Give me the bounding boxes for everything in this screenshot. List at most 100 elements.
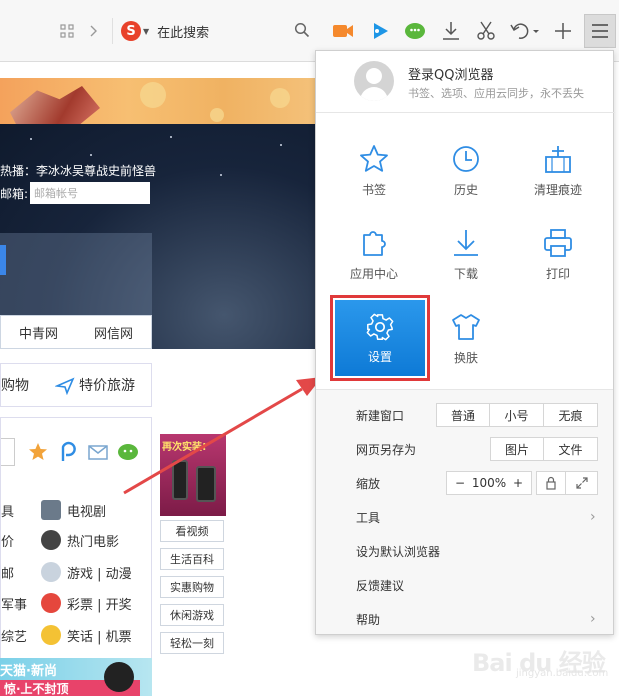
p-logo-icon[interactable] bbox=[57, 441, 79, 463]
menu-item-label: 打印 bbox=[545, 267, 570, 281]
list-item-left[interactable]: 具 bbox=[1, 501, 37, 520]
plus-icon[interactable] bbox=[552, 20, 574, 42]
menu-item-label: 换肤 bbox=[453, 351, 478, 365]
gamepad-icon bbox=[41, 562, 61, 582]
list-item[interactable]: 价 热门电影 bbox=[1, 530, 119, 550]
wechat-icon[interactable] bbox=[117, 441, 139, 463]
menu-icon[interactable] bbox=[584, 14, 616, 48]
hot-headline-link[interactable]: 热播：李冰冰吴尊战史前怪兽 bbox=[0, 162, 156, 179]
menu-item-set-default-browser[interactable]: 设为默认浏览器 bbox=[316, 536, 613, 566]
menu-item-download[interactable]: 下载 bbox=[426, 223, 506, 293]
chevron-right-icon[interactable] bbox=[86, 22, 100, 40]
hero-button-edge[interactable] bbox=[0, 245, 6, 275]
lottery-icon bbox=[41, 593, 61, 613]
mail-icon[interactable] bbox=[87, 441, 109, 463]
download-icon bbox=[454, 230, 478, 256]
watermark-url: jingyan.baidu.com bbox=[516, 668, 609, 679]
menu-item-bookmarks[interactable]: 书签 bbox=[334, 139, 414, 209]
scissors-icon[interactable] bbox=[474, 20, 498, 42]
list-item-right[interactable]: 游戏 | 动漫 bbox=[67, 563, 132, 582]
site-link[interactable]: 网信网 bbox=[94, 323, 133, 342]
search-input[interactable]: 在此搜索 bbox=[157, 22, 294, 41]
help-label: 帮助 bbox=[356, 612, 381, 627]
side-link-button[interactable]: 看视频 bbox=[160, 520, 224, 542]
set-default-browser-label: 设为默认浏览器 bbox=[356, 544, 441, 559]
search-box[interactable]: S ▼ 在此搜索 bbox=[112, 18, 312, 44]
bottom-ad-title: 天猫·新尚 bbox=[0, 664, 57, 679]
menu-item-help[interactable]: 帮助 › bbox=[316, 604, 613, 634]
list-item-right[interactable]: 彩票 | 开奖 bbox=[67, 594, 132, 613]
login-section[interactable]: 登录QQ浏览器 书签、选项、应用云同步，永不丢失 bbox=[316, 51, 615, 113]
list-item-left[interactable]: 军事 bbox=[1, 594, 37, 613]
travel-link[interactable]: 特价旅游 bbox=[55, 375, 135, 395]
menu-item-clear-traces[interactable]: 清理痕迹 bbox=[518, 139, 598, 209]
avatar[interactable] bbox=[354, 61, 394, 101]
side-link-button[interactable]: 休闲游戏 bbox=[160, 604, 224, 626]
apps-input-edge[interactable] bbox=[1, 438, 15, 466]
zoom-in-button[interactable]: + bbox=[513, 476, 523, 490]
video-icon[interactable] bbox=[330, 20, 356, 42]
new-window-small-button[interactable]: 小号 bbox=[490, 403, 544, 427]
menu-item-label: 书签 bbox=[361, 183, 386, 197]
list-item-left[interactable]: 邮 bbox=[1, 563, 37, 582]
menu-item-label: 清理痕迹 bbox=[533, 183, 582, 197]
list-item-right[interactable]: 热门电影 bbox=[67, 531, 119, 550]
list-item-right[interactable]: 电视剧 bbox=[67, 501, 106, 520]
menu-item-feedback[interactable]: 反馈建议 bbox=[316, 570, 613, 600]
search-engine-logo[interactable]: S bbox=[121, 21, 141, 41]
star-icon[interactable] bbox=[27, 441, 49, 463]
settings-tile[interactable]: 设置 bbox=[335, 300, 425, 376]
mail-label: 邮箱: bbox=[0, 186, 29, 201]
list-item-right[interactable]: 笑话 | 机票 bbox=[67, 626, 132, 645]
star-icon bbox=[360, 145, 388, 172]
list-item-left[interactable]: 价 bbox=[1, 531, 37, 550]
side-link-button[interactable]: 轻松一刻 bbox=[160, 632, 224, 654]
play-icon[interactable] bbox=[368, 20, 392, 42]
caret-down-icon[interactable]: ▼ bbox=[143, 27, 149, 36]
grid-icon[interactable] bbox=[58, 22, 76, 40]
fullscreen-button[interactable] bbox=[566, 471, 598, 495]
gear-icon bbox=[366, 313, 394, 340]
list-item[interactable]: 邮 游戏 | 动漫 bbox=[1, 562, 132, 582]
lock-zoom-button[interactable] bbox=[536, 471, 566, 495]
printer-icon bbox=[544, 229, 572, 257]
feedback-label: 反馈建议 bbox=[356, 578, 405, 593]
zoom-label: 缩放 bbox=[356, 476, 381, 491]
tmall-cat-icon bbox=[104, 662, 134, 692]
menu-item-print[interactable]: 打印 bbox=[518, 223, 598, 293]
list-item[interactable]: 军事 彩票 | 开奖 bbox=[1, 593, 132, 613]
puzzle-icon bbox=[363, 231, 386, 256]
menu-item-settings[interactable]: 设置 bbox=[330, 295, 430, 381]
shopping-link[interactable]: 购物 bbox=[1, 375, 29, 395]
login-title[interactable]: 登录QQ浏览器 bbox=[408, 64, 493, 83]
film-reel-icon bbox=[41, 530, 61, 550]
site-link[interactable]: 中青网 bbox=[19, 323, 58, 342]
zoom-out-button[interactable]: − bbox=[455, 476, 465, 490]
menu-options-list: 新建窗口 普通 小号 无痕 网页另存为 图片 文件 缩放 − 100% + 工具… bbox=[316, 389, 613, 634]
list-item[interactable]: 综艺 笑话 | 机票 bbox=[1, 625, 132, 645]
side-link-button[interactable]: 实惠购物 bbox=[160, 576, 224, 598]
list-item-left[interactable]: 综艺 bbox=[1, 626, 37, 645]
undo-icon[interactable] bbox=[508, 20, 542, 42]
apps-box: 具 电视剧 价 热门电影 邮 游戏 | 动漫 军事 彩票 | 开奖 综艺 笑话 … bbox=[0, 417, 152, 667]
new-window-incognito-button[interactable]: 无痕 bbox=[544, 403, 598, 427]
mail-input[interactable]: 邮箱帐号 bbox=[30, 182, 151, 204]
menu-item-history[interactable]: 历史 bbox=[426, 139, 506, 209]
browser-main-menu: 登录QQ浏览器 书签、选项、应用云同步，永不丢失 书签 历史 清理痕迹 应用中心… bbox=[315, 50, 615, 635]
new-window-normal-button[interactable]: 普通 bbox=[436, 403, 490, 427]
menu-item-app-center[interactable]: 应用中心 bbox=[334, 223, 414, 293]
side-ad-image[interactable]: 再次实装! bbox=[160, 434, 226, 516]
list-item[interactable]: 具 电视剧 bbox=[1, 500, 106, 520]
search-icon[interactable] bbox=[294, 22, 312, 40]
bottom-ad-banner[interactable]: 天猫·新尚 惊·上不封顶 bbox=[0, 658, 152, 696]
lock-icon bbox=[546, 476, 556, 490]
wechat-icon[interactable] bbox=[402, 20, 428, 42]
download-icon[interactable] bbox=[440, 20, 462, 42]
travel-label: 特价旅游 bbox=[79, 378, 135, 394]
side-link-button[interactable]: 生活百科 bbox=[160, 548, 224, 570]
save-as-image-button[interactable]: 图片 bbox=[490, 437, 544, 461]
save-as-file-button[interactable]: 文件 bbox=[544, 437, 598, 461]
new-window-row: 新建窗口 普通 小号 无痕 bbox=[316, 400, 613, 430]
menu-item-skin[interactable]: 换肤 bbox=[426, 307, 506, 377]
menu-item-tools[interactable]: 工具 › bbox=[316, 502, 613, 532]
